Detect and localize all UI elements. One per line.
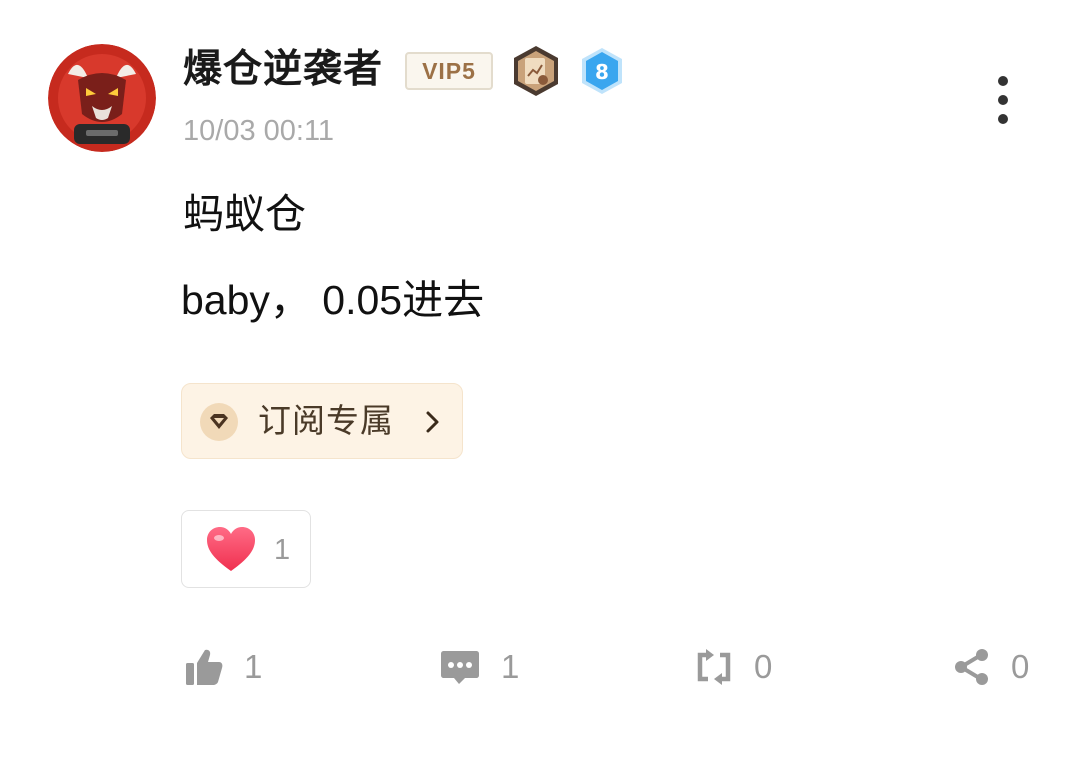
avatar[interactable] [48,44,156,152]
vip-badge: VIP5 [405,52,493,90]
reaction-count: 1 [274,534,291,566]
more-vertical-icon[interactable] [990,76,1016,126]
share-icon [955,649,988,685]
subscribe-label: 订阅专属 [258,401,394,440]
like-button[interactable]: 1 [184,642,262,692]
heart-icon [204,525,258,575]
comment-count: 1 [501,648,520,685]
level-badge: 8 [578,46,626,96]
level-number: 8 [595,60,609,84]
achievement-badge-icon [509,44,563,98]
like-count: 1 [244,648,263,685]
share-count: 0 [1011,648,1030,685]
username[interactable]: 爆仓逆袭者 [183,44,383,96]
repost-button[interactable]: 0 [694,642,772,692]
thumbs-up-icon [186,649,223,685]
diamond-icon [200,403,238,441]
subscribe-exclusive-button[interactable]: 订阅专属 [181,383,463,459]
post-content-line-2: baby， 0.05进去 [181,277,485,323]
comment-button[interactable]: 1 [439,642,519,692]
post-content-line-1: 蚂蚁仓 [183,190,306,238]
heart-reaction-chip[interactable]: 1 [181,510,311,588]
post-timestamp: 10/03 00:11 [183,115,335,147]
comment-icon [441,651,479,684]
repost-count: 0 [754,648,773,685]
repost-icon [697,649,731,685]
share-button[interactable]: 0 [951,642,1029,692]
chevron-right-icon [420,408,446,436]
